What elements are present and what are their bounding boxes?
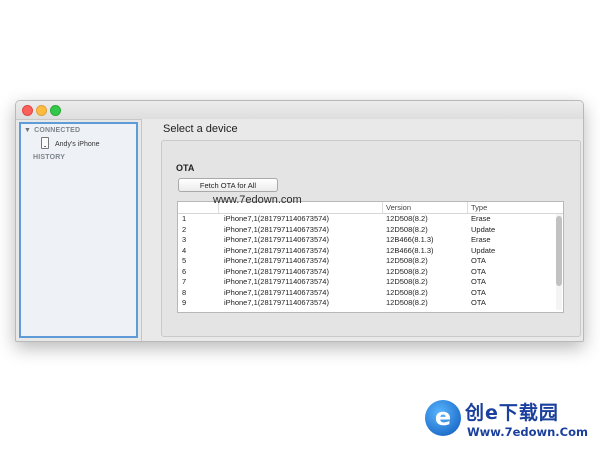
row-number: 9 <box>182 298 187 307</box>
row-version: 12D508(8.2) <box>386 224 428 234</box>
row-device: iPhone7,1(2817971140673574) <box>224 298 329 307</box>
minimize-window-button[interactable] <box>36 105 47 116</box>
table-row[interactable]: 8 iPhone7,1(2817971140673574) 12D508(8.2… <box>178 288 553 299</box>
table-row[interactable]: 7 iPhone7,1(2817971140673574) 12D508(8.2… <box>178 277 553 288</box>
table-row[interactable]: 3 iPhone7,1(2817971140673574) 12B466(8.1… <box>178 235 553 246</box>
row-version: 12D508(8.2) <box>386 277 428 286</box>
page-title: Select a device <box>163 123 238 135</box>
zoom-window-button[interactable] <box>50 105 61 116</box>
disclosure-triangle-icon[interactable]: ▼ <box>24 127 31 134</box>
site-watermark-logo: e 创e下载园 Www.7edown.Com <box>425 398 595 446</box>
row-device: iPhone7,1(2817971140673574) <box>224 245 329 255</box>
row-type: Erase <box>471 235 491 244</box>
column-divider <box>467 202 468 213</box>
fetch-ota-button[interactable]: Fetch OTA for All <box>178 178 278 192</box>
row-type: Update <box>471 245 496 255</box>
ota-table: Version Type 1 iPhone7,1(281797114067357… <box>177 201 564 313</box>
table-row[interactable]: 5 iPhone7,1(2817971140673574) 12D508(8.2… <box>178 256 553 267</box>
row-version: 12B466(8.1.3) <box>386 245 434 255</box>
sidebar-device-label: Andy's iPhone <box>55 140 100 148</box>
row-device: iPhone7,1(2817971140673574) <box>224 235 329 244</box>
row-number: 2 <box>182 224 187 234</box>
close-window-button[interactable] <box>22 105 33 116</box>
watermark-brand-text: 创e下载园 <box>465 402 559 424</box>
row-version: 12D508(8.2) <box>386 266 428 276</box>
row-type: Update <box>471 224 496 234</box>
ota-panel: OTA Fetch OTA for All Version Type 1 iPh… <box>161 140 581 337</box>
sidebar-connected-label: CONNECTED <box>34 127 81 134</box>
row-number: 7 <box>182 277 187 286</box>
row-device: iPhone7,1(2817971140673574) <box>224 214 329 223</box>
row-type: OTA <box>471 266 486 276</box>
row-device: iPhone7,1(2817971140673574) <box>224 224 329 234</box>
section-label-ota: OTA <box>176 163 195 173</box>
row-number: 6 <box>182 266 187 276</box>
table-row[interactable]: 4 iPhone7,1(2817971140673574) 12B466(8.1… <box>178 246 553 257</box>
table-row[interactable]: 9 iPhone7,1(2817971140673574) 12D508(8.2… <box>178 298 553 309</box>
row-type: OTA <box>471 277 486 286</box>
sidebar-item-device[interactable]: Andy's iPhone <box>41 137 100 150</box>
watermark-url-text: Www.7edown.Com <box>467 425 589 439</box>
sidebar-section-connected[interactable]: ▼ CONNECTED <box>24 127 80 134</box>
table-scrollbar[interactable] <box>556 214 562 310</box>
title-bar <box>16 101 583 120</box>
row-device: iPhone7,1(2817971140673574) <box>224 287 329 297</box>
watermark-overlay-text: www.7edown.com <box>213 194 302 206</box>
row-device: iPhone7,1(2817971140673574) <box>224 277 329 286</box>
sidebar-section-history[interactable]: HISTORY <box>33 154 65 161</box>
row-type: OTA <box>471 287 486 297</box>
row-number: 8 <box>182 287 187 297</box>
sidebar: ▼ CONNECTED Andy's iPhone HISTORY <box>19 122 138 338</box>
column-header-version[interactable]: Version <box>386 203 411 212</box>
row-number: 5 <box>182 256 187 265</box>
row-number: 1 <box>182 214 187 223</box>
iphone-icon <box>41 137 49 149</box>
row-version: 12D508(8.2) <box>386 256 428 265</box>
main-content: Select a device OTA Fetch OTA for All Ve… <box>141 119 583 341</box>
table-row[interactable]: 2 iPhone7,1(2817971140673574) 12D508(8.2… <box>178 225 553 236</box>
row-number: 3 <box>182 235 187 244</box>
column-divider <box>382 202 383 213</box>
sidebar-history-label: HISTORY <box>33 154 66 161</box>
table-row[interactable]: 1 iPhone7,1(2817971140673574) 12D508(8.2… <box>178 214 553 225</box>
row-number: 4 <box>182 245 187 255</box>
table-row[interactable]: 6 iPhone7,1(2817971140673574) 12D508(8.2… <box>178 267 553 278</box>
row-version: 12D508(8.2) <box>386 214 428 223</box>
row-device: iPhone7,1(2817971140673574) <box>224 266 329 276</box>
row-type: OTA <box>471 256 486 265</box>
row-version: 12D508(8.2) <box>386 287 428 297</box>
row-version: 12D508(8.2) <box>386 298 428 307</box>
scrollbar-thumb[interactable] <box>556 216 562 286</box>
row-type: Erase <box>471 214 491 223</box>
ie-logo-icon: e <box>425 400 461 436</box>
row-version: 12B466(8.1.3) <box>386 235 434 244</box>
row-type: OTA <box>471 298 486 307</box>
app-window: ▼ CONNECTED Andy's iPhone HISTORY Select … <box>15 100 584 342</box>
row-device: iPhone7,1(2817971140673574) <box>224 256 329 265</box>
column-header-type[interactable]: Type <box>471 203 487 212</box>
